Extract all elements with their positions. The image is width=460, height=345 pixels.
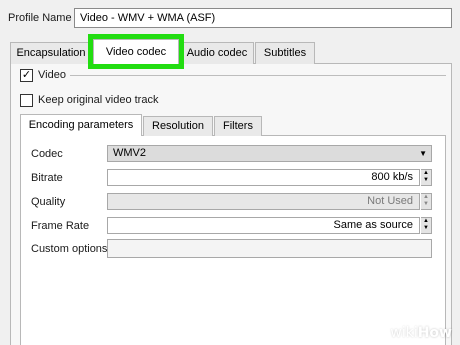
group-divider [70, 75, 446, 76]
dropdown-arrow-icon: ▼ [419, 149, 427, 158]
tab-audio-codec[interactable]: Audio codec [180, 42, 254, 64]
profile-name-field[interactable]: Video - WMV + WMA (ASF) [74, 8, 452, 28]
codec-label: Codec [31, 148, 63, 160]
quality-spinner-icon: ▲ ▼ [421, 193, 432, 210]
bitrate-label: Bitrate [31, 172, 63, 184]
frame-rate-label: Frame Rate [31, 220, 90, 232]
custom-options-label: Custom options [31, 243, 108, 255]
frame-rate-input[interactable]: Same as source [107, 217, 420, 234]
video-checkbox-label: Video [38, 69, 66, 81]
tab-encoding-parameters[interactable]: Encoding parameters [20, 114, 142, 136]
video-subtabs: Encoding parameters Resolution Filters [20, 114, 440, 136]
codec-select[interactable]: WMV2 ▼ [107, 145, 432, 162]
tab-filters[interactable]: Filters [214, 116, 262, 136]
tab-encapsulation[interactable]: Encapsulation [10, 42, 92, 64]
frame-rate-spinner-icon[interactable]: ▲ ▼ [421, 217, 432, 234]
profile-tabs: Encapsulation Video codec Audio codec Su… [10, 39, 452, 65]
bitrate-spinner-icon[interactable]: ▲ ▼ [421, 169, 432, 186]
quality-label: Quality [31, 196, 66, 208]
watermark-how: How [417, 325, 452, 341]
watermark-wiki: wiki [390, 325, 418, 341]
tab-resolution[interactable]: Resolution [143, 116, 213, 136]
quality-input: Not Used [107, 193, 420, 210]
keep-original-label: Keep original video track [38, 94, 159, 106]
codec-value: WMV2 [113, 147, 146, 159]
custom-options-input[interactable] [107, 239, 432, 258]
video-checkbox[interactable]: ✓ [20, 69, 33, 82]
keep-original-checkbox[interactable] [20, 94, 33, 107]
tab-subtitles[interactable]: Subtitles [255, 42, 315, 64]
tab-video-codec[interactable]: Video codec [93, 39, 179, 65]
bitrate-input[interactable]: 800 kb/s [107, 169, 420, 186]
profile-name-label: Profile Name [8, 12, 72, 24]
wikihow-watermark: wikiHow [390, 325, 452, 341]
